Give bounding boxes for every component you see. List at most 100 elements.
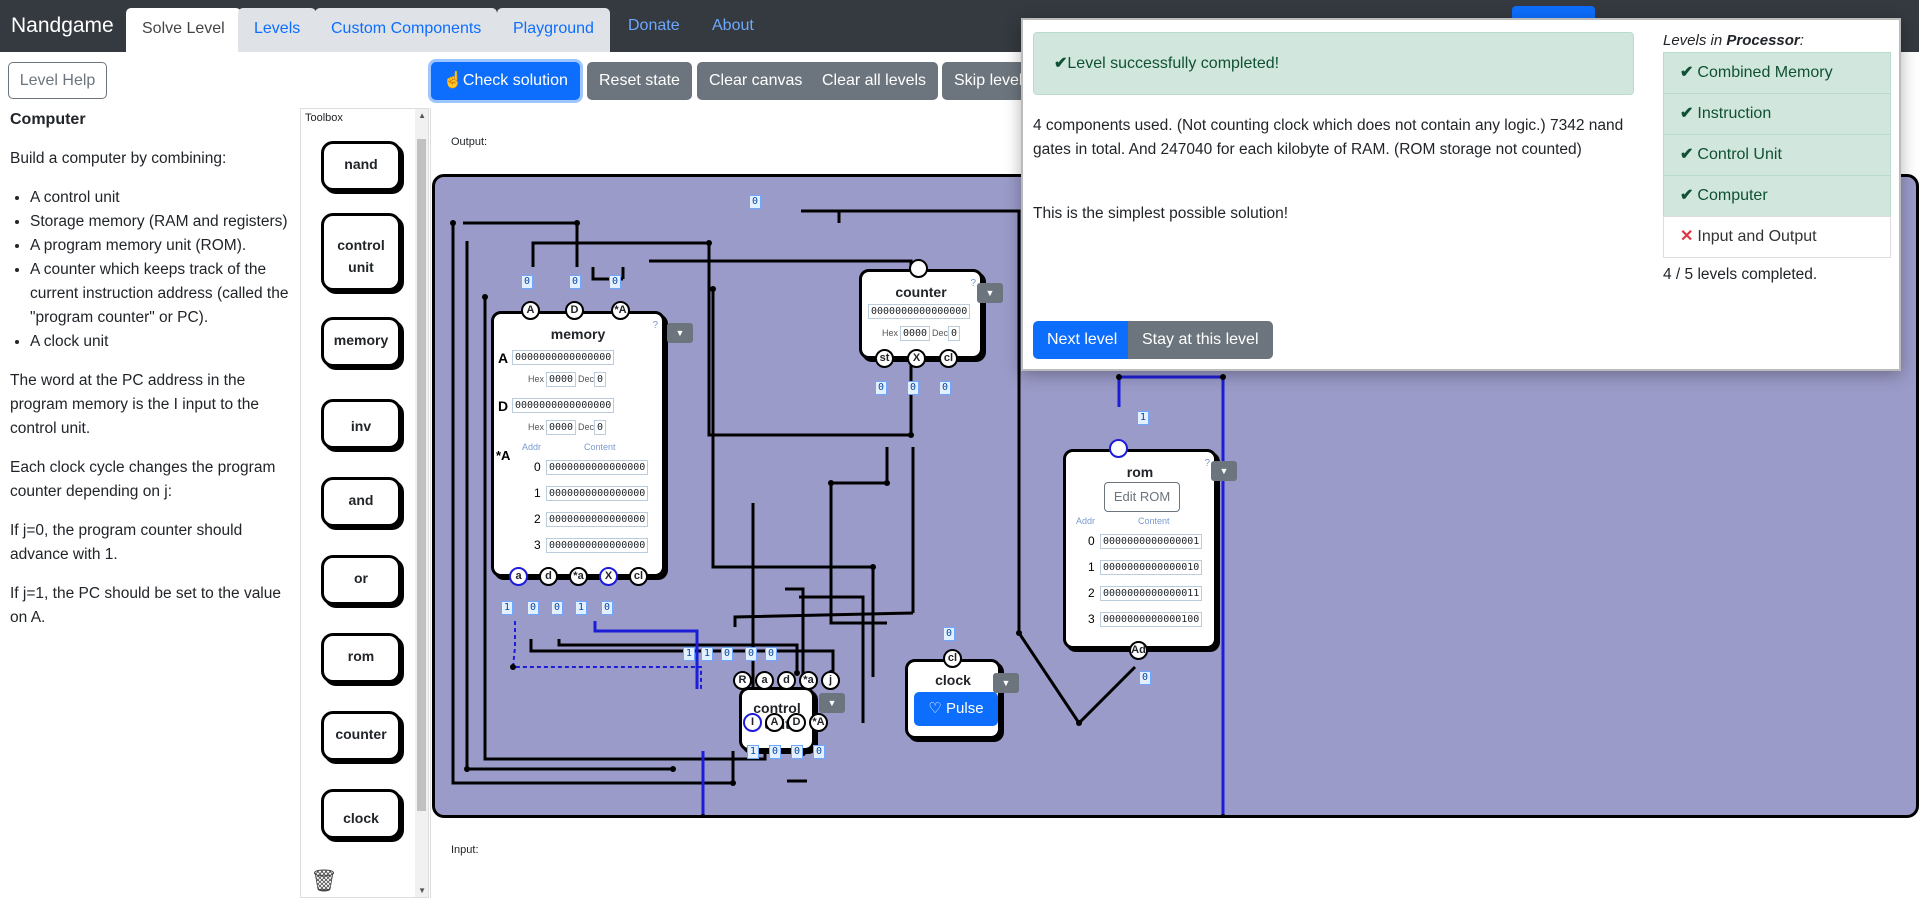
tab-playground[interactable]: Playground — [497, 8, 610, 52]
help-paragraph: Each clock cycle changes the program cou… — [10, 459, 276, 500]
input-pin-ad[interactable]: Ad — [1129, 641, 1148, 660]
wire-value-label: 0 — [875, 381, 888, 395]
rom-cell[interactable]: 0000000000000010 — [1100, 560, 1203, 575]
level-item-instruction[interactable]: ✔ Instruction — [1663, 93, 1891, 135]
ram-address: 3 — [534, 538, 541, 552]
help-icon[interactable]: ? — [1204, 458, 1210, 469]
counter-output-pin[interactable] — [909, 259, 928, 278]
reset-state-button[interactable]: Reset state — [587, 62, 692, 100]
wire-value-label: 0 — [813, 745, 826, 759]
toolbox-clock[interactable]: clock — [321, 789, 401, 839]
scroll-up-icon[interactable]: ▲ — [418, 111, 426, 120]
toolbox-nand[interactable]: nand — [321, 141, 401, 191]
list-item: Storage memory (RAM and registers) — [30, 210, 292, 234]
input-pin-a[interactable]: A — [521, 301, 540, 320]
rom-cell[interactable]: 0000000000000011 — [1100, 586, 1203, 601]
chevron-down-icon[interactable]: ▼ — [977, 283, 1003, 303]
skip-level-button[interactable]: Skip level — [942, 62, 1022, 100]
clock-component[interactable]: clock ♡ Pulse — [905, 659, 1001, 739]
input-pin-st[interactable]: st — [875, 349, 894, 368]
toolbox-title: Toolbox — [305, 112, 343, 124]
output-pin-star-a[interactable]: *a — [569, 567, 588, 586]
wire-value-label: 0 — [791, 745, 804, 759]
ram-address: 1 — [534, 486, 541, 500]
input-pin-a[interactable]: a — [755, 671, 774, 690]
input-pin-cl[interactable]: cl — [939, 349, 958, 368]
wire-value-label: 0 — [721, 647, 734, 661]
rom-output-pin[interactable] — [1109, 439, 1128, 458]
scroll-down-icon[interactable]: ▼ — [418, 886, 426, 895]
ram-cell[interactable]: 0000000000000000 — [546, 538, 649, 553]
clear-canvas-button[interactable]: Clear canvas — [697, 62, 815, 100]
input-pin-d[interactable]: D — [565, 301, 584, 320]
check-solution-button[interactable]: ☝Check solution — [431, 62, 580, 100]
toolbox-and[interactable]: and — [321, 477, 401, 527]
toolbox-scrollbar[interactable]: ▲ ▼ — [415, 109, 428, 897]
chevron-down-icon[interactable]: ▼ — [1211, 461, 1237, 481]
help-icon[interactable]: ? — [652, 320, 658, 331]
toolbox-or[interactable]: or — [321, 555, 401, 605]
wire-value-label: 0 — [943, 627, 956, 641]
input-pin-d[interactable]: d — [777, 671, 796, 690]
wire-value-label: 0 — [527, 601, 540, 615]
input-pin-star-a[interactable]: *A — [611, 301, 630, 320]
level-item-control-unit[interactable]: ✔ Control Unit — [1663, 134, 1891, 176]
level-help-button[interactable]: Level Help — [8, 62, 107, 99]
addr-header: Addr — [522, 442, 542, 452]
tab-levels[interactable]: Levels — [238, 8, 317, 52]
brand-logo[interactable]: Nandgame — [11, 14, 114, 38]
edit-rom-button[interactable]: Edit ROM — [1104, 482, 1180, 512]
tab-solve-level[interactable]: Solve Level — [126, 8, 241, 52]
input-pin-j[interactable]: j — [821, 671, 840, 690]
chevron-down-icon[interactable]: ▼ — [667, 323, 693, 343]
output-pin-a[interactable]: a — [509, 567, 528, 586]
clear-all-levels-button[interactable]: Clear all levels — [810, 62, 939, 100]
toolbox-control-unit[interactable]: control unit — [321, 213, 401, 291]
output-pin-cl[interactable]: cl — [629, 567, 648, 586]
rom-component[interactable]: rom ? Edit ROM Addr Content 0 0000000000… — [1063, 449, 1217, 649]
check-icon: ✔ — [1680, 187, 1694, 204]
trash-icon[interactable]: 🗑 — [310, 868, 338, 894]
scroll-thumb[interactable] — [417, 139, 426, 811]
tab-custom-components[interactable]: Custom Components — [315, 8, 498, 52]
next-level-button[interactable]: Next level — [1033, 321, 1132, 359]
wire-value-label: 1 — [501, 601, 514, 615]
input-pin-star-a[interactable]: *a — [799, 671, 818, 690]
output-pin-a[interactable]: A — [765, 713, 784, 732]
toolbox-rom[interactable]: rom — [321, 633, 401, 683]
rom-cell[interactable]: 0000000000000001 — [1100, 534, 1203, 549]
ram-cell[interactable]: 0000000000000000 — [546, 512, 649, 527]
level-item-combined-memory[interactable]: ✔ Combined Memory — [1663, 52, 1891, 94]
output-pin-d[interactable]: D — [787, 713, 806, 732]
toolbox-counter[interactable]: counter — [321, 711, 401, 761]
memory-component[interactable]: memory ? A 0000000000000000 Hex 0000 Dec… — [491, 311, 665, 577]
ram-cell[interactable]: 0000000000000000 — [546, 460, 649, 475]
chevron-down-icon[interactable]: ▼ — [819, 693, 845, 713]
pulse-button[interactable]: ♡ Pulse — [914, 692, 998, 726]
output-pin-x[interactable]: X — [599, 567, 618, 586]
help-icon[interactable]: ? — [970, 278, 976, 289]
toolbox-memory[interactable]: memory — [321, 317, 401, 367]
dec-label: Dec — [932, 328, 949, 338]
output-pin-d[interactable]: d — [539, 567, 558, 586]
nav-link-donate[interactable]: Donate — [628, 17, 680, 35]
nav-link-about[interactable]: About — [712, 17, 754, 35]
clock-output-pin[interactable]: cl — [943, 649, 962, 668]
wire-value-label: 0 — [745, 647, 758, 661]
input-pin-x[interactable]: X — [907, 349, 926, 368]
output-pin-i[interactable]: I — [743, 713, 762, 732]
rom-cell[interactable]: 0000000000000100 — [1100, 612, 1203, 627]
chevron-down-icon[interactable]: ▼ — [993, 673, 1019, 693]
level-item-input-and-output[interactable]: ✕ Input and Output — [1663, 216, 1891, 258]
check-icon: ✔ — [1680, 64, 1694, 81]
wire-value-label: 0 — [769, 745, 782, 759]
output-pin-star-a[interactable]: *A — [809, 713, 828, 732]
hand-pointer-icon: ☝ — [443, 72, 463, 89]
input-pin-r[interactable]: R — [733, 671, 752, 690]
toolbox-inv[interactable]: inv — [321, 399, 401, 449]
stay-at-level-button[interactable]: Stay at this level — [1128, 321, 1273, 359]
ram-cell[interactable]: 0000000000000000 — [546, 486, 649, 501]
level-item-computer[interactable]: ✔ Computer — [1663, 175, 1891, 217]
levels-panel: Levels in Processor: ✔ Combined Memory ✔ I… — [1663, 32, 1891, 284]
counter-component[interactable]: counter ? 0000000000000000 Hex 0000 Dec … — [859, 269, 983, 359]
